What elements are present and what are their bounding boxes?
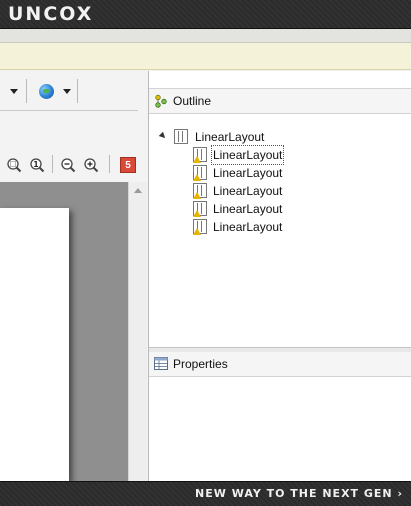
vertical-scrollbar[interactable] — [128, 182, 147, 481]
toolbar-separator — [109, 155, 110, 173]
linear-layout-icon — [193, 147, 207, 163]
linear-layout-icon — [193, 165, 207, 181]
right-side-panels: Outline LinearLayout LinearLayout Linear… — [149, 71, 411, 481]
layout-editor-pane: 1 5 — [0, 71, 149, 481]
tree-node-child[interactable]: LinearLayout — [149, 218, 411, 236]
tree-node-child[interactable]: LinearLayout — [149, 182, 411, 200]
warning-icon — [193, 174, 201, 181]
outline-tree-icon — [155, 94, 167, 108]
svg-text:1: 1 — [33, 160, 38, 169]
properties-title: Properties — [173, 357, 228, 371]
banner-tagline[interactable]: NEW WAY TO THE NEXT GEN › — [195, 487, 403, 500]
warning-icon — [193, 228, 201, 235]
toolbar-divider — [0, 110, 138, 111]
properties-table-icon — [154, 357, 168, 370]
locale-dropdown-icon[interactable] — [63, 89, 71, 94]
error-count-badge[interactable]: 5 — [120, 157, 136, 173]
tree-node-label: LinearLayout — [210, 145, 285, 165]
warning-icon — [193, 156, 201, 163]
tree-node-label: LinearLayout — [213, 184, 283, 198]
editor-toolbar — [0, 71, 148, 111]
toolbar-separator — [26, 79, 27, 103]
locale-globe-icon[interactable] — [39, 84, 54, 99]
zoom-actual-size-icon[interactable]: 1 — [29, 157, 45, 173]
bottom-banner: NEW WAY TO THE NEXT GEN › — [0, 481, 411, 506]
chevron-down-icon[interactable] — [10, 89, 18, 94]
outline-title: Outline — [173, 94, 212, 108]
toolbar-separator — [77, 79, 78, 103]
warning-icon — [193, 192, 201, 199]
zoom-in-icon[interactable] — [83, 157, 99, 173]
tree-node-label: LinearLayout — [213, 220, 283, 234]
brand-logo: UNCOX — [8, 3, 94, 25]
tree-node-label: LinearLayout — [195, 130, 265, 144]
toolbar-separator — [52, 155, 53, 173]
tab-strip — [0, 29, 411, 43]
tree-node-child[interactable]: LinearLayout — [149, 200, 411, 218]
linear-layout-icon — [193, 219, 207, 235]
expand-toggle-icon[interactable] — [158, 131, 168, 141]
tree-node-label: LinearLayout — [213, 202, 283, 216]
linear-layout-icon — [193, 183, 207, 199]
scroll-up-arrow-icon[interactable] — [134, 188, 142, 193]
design-canvas[interactable] — [0, 182, 128, 481]
zoom-toolbar: 1 5 — [0, 155, 148, 177]
zoom-fit-icon[interactable] — [6, 157, 22, 173]
top-banner: UNCOX — [0, 0, 411, 29]
info-bar — [0, 43, 411, 70]
tree-node-root[interactable]: LinearLayout — [149, 128, 411, 146]
tree-node-child[interactable]: LinearLayout — [149, 164, 411, 182]
linear-layout-icon — [174, 129, 188, 144]
device-screen-preview[interactable] — [0, 208, 69, 481]
outline-panel-header[interactable]: Outline — [149, 88, 411, 114]
linear-layout-icon — [193, 201, 207, 217]
properties-panel-header[interactable]: Properties — [149, 352, 411, 377]
warning-icon — [193, 210, 201, 217]
tree-node-label: LinearLayout — [213, 166, 283, 180]
tree-node-child[interactable]: LinearLayout — [149, 145, 411, 165]
zoom-out-icon[interactable] — [60, 157, 76, 173]
